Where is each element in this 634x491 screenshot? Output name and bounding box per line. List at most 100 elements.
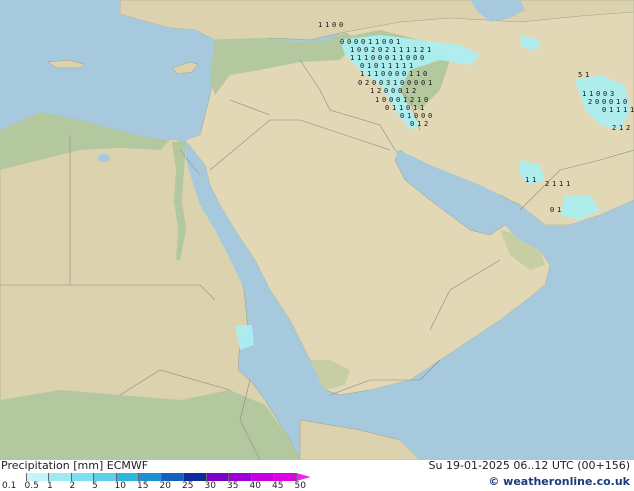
precip-value: 0	[414, 79, 418, 87]
legend-title: Precipitation [mm] ECMWF	[1, 459, 149, 472]
precip-value: 1	[396, 38, 400, 46]
scale-swatch	[229, 473, 252, 481]
precip-value: 1	[375, 38, 379, 46]
precip-value: 0	[379, 79, 383, 87]
precip-value: 1	[318, 21, 322, 29]
precip-value: 1	[619, 124, 623, 132]
precip-value: 0	[374, 62, 378, 70]
precip-value: 0	[372, 79, 376, 87]
precip-value: 1	[374, 70, 378, 78]
precip-value: 0	[421, 112, 425, 120]
precip-value: 0	[332, 21, 336, 29]
precip-value: 1	[395, 62, 399, 70]
precip-value: 0	[339, 21, 343, 29]
precip-value: 0	[382, 96, 386, 104]
precip-value: 1	[403, 96, 407, 104]
precip-value: 2	[420, 46, 424, 54]
precip-value: 2	[385, 46, 389, 54]
weather-map-view: 1100000011001100202111121111000110000101…	[0, 0, 634, 491]
scale-swatch	[161, 473, 184, 481]
precip-value: 1	[350, 54, 354, 62]
precip-value: 1	[585, 71, 589, 79]
precip-value: 1	[392, 54, 396, 62]
scale-swatch	[274, 473, 297, 481]
precip-value: 0	[364, 46, 368, 54]
scale-swatch	[49, 473, 72, 481]
precip-value: 1	[399, 46, 403, 54]
precip-value: 0	[385, 54, 389, 62]
precip-value: 0	[421, 79, 425, 87]
precip-value: 0	[595, 98, 599, 106]
precip-value: 2	[588, 98, 592, 106]
precip-value: 1	[616, 98, 620, 106]
precip-value: 2	[612, 124, 616, 132]
precip-value: 2	[410, 96, 414, 104]
precip-value: 0	[407, 79, 411, 87]
precip-value: 1	[609, 106, 613, 114]
precip-value: 2	[371, 46, 375, 54]
precip-value: 1	[416, 70, 420, 78]
precip-value: 1	[552, 180, 556, 188]
precip-value: 3	[386, 79, 390, 87]
precip-value: 1	[417, 120, 421, 128]
precip-value: 1	[417, 96, 421, 104]
precip-value: 0	[389, 96, 393, 104]
lake-nasser	[98, 154, 110, 162]
scale-swatch	[251, 473, 274, 481]
precip-value: 0	[413, 54, 417, 62]
scale-swatch	[296, 473, 311, 481]
scale-swatch	[184, 473, 207, 481]
precip-value: 0	[361, 38, 365, 46]
precip-value: 1	[406, 46, 410, 54]
precip-value: 0	[378, 46, 382, 54]
precip-value: 1	[559, 180, 563, 188]
precip-value: 0	[357, 46, 361, 54]
precip-value: 1	[616, 106, 620, 114]
precip-value: 1	[360, 70, 364, 78]
precip-value: 3	[610, 90, 614, 98]
forecast-datetime: Su 19-01-2025 06..12 UTC (00+156)	[428, 459, 630, 472]
precip-value: 0	[358, 79, 362, 87]
precip-value: 0	[354, 38, 358, 46]
precip-value: 0	[340, 38, 344, 46]
precip-value: 1	[325, 21, 329, 29]
precip-value: 5	[578, 71, 582, 79]
scale-swatch	[139, 473, 162, 481]
precip-value: 0	[388, 70, 392, 78]
precip-value: 0	[400, 79, 404, 87]
scale-swatch	[26, 473, 49, 481]
precip-value: 0	[603, 90, 607, 98]
precip-value: 0	[406, 104, 410, 112]
precip-value: 1	[409, 62, 413, 70]
precip-value: 0	[360, 62, 364, 70]
precip-value: 0	[400, 112, 404, 120]
precip-value: 0	[623, 98, 627, 106]
precip-value: 2	[412, 87, 416, 95]
precip-value: 1	[413, 104, 417, 112]
precip-value: 0	[420, 54, 424, 62]
precip-value: 1	[630, 106, 634, 114]
precip-value: 1	[392, 104, 396, 112]
precip-value: 0	[423, 70, 427, 78]
precipitation-map[interactable]: 1100000011001100202111121111000110000101…	[0, 0, 634, 460]
precip-value: 2	[424, 120, 428, 128]
precip-value: 1	[392, 46, 396, 54]
precip-value: 1	[381, 62, 385, 70]
precip-value: 0	[406, 54, 410, 62]
precip-value: 1	[525, 176, 529, 184]
credit-link[interactable]: © weatheronline.co.uk	[488, 476, 630, 488]
precip-value: 1	[409, 70, 413, 78]
precip-value: 1	[623, 106, 627, 114]
precip-value: 1	[375, 96, 379, 104]
scale-swatch	[71, 473, 94, 481]
precip-value: 0	[602, 106, 606, 114]
precip-value: 1	[357, 54, 361, 62]
precip-value: 1	[399, 104, 403, 112]
precip-value: 0	[385, 104, 389, 112]
precip-value: 0	[602, 98, 606, 106]
precip-value: 2	[377, 87, 381, 95]
precip-value: 1	[532, 176, 536, 184]
precip-value: 1	[393, 79, 397, 87]
precip-value: 0	[395, 70, 399, 78]
precip-value: 1	[428, 79, 432, 87]
